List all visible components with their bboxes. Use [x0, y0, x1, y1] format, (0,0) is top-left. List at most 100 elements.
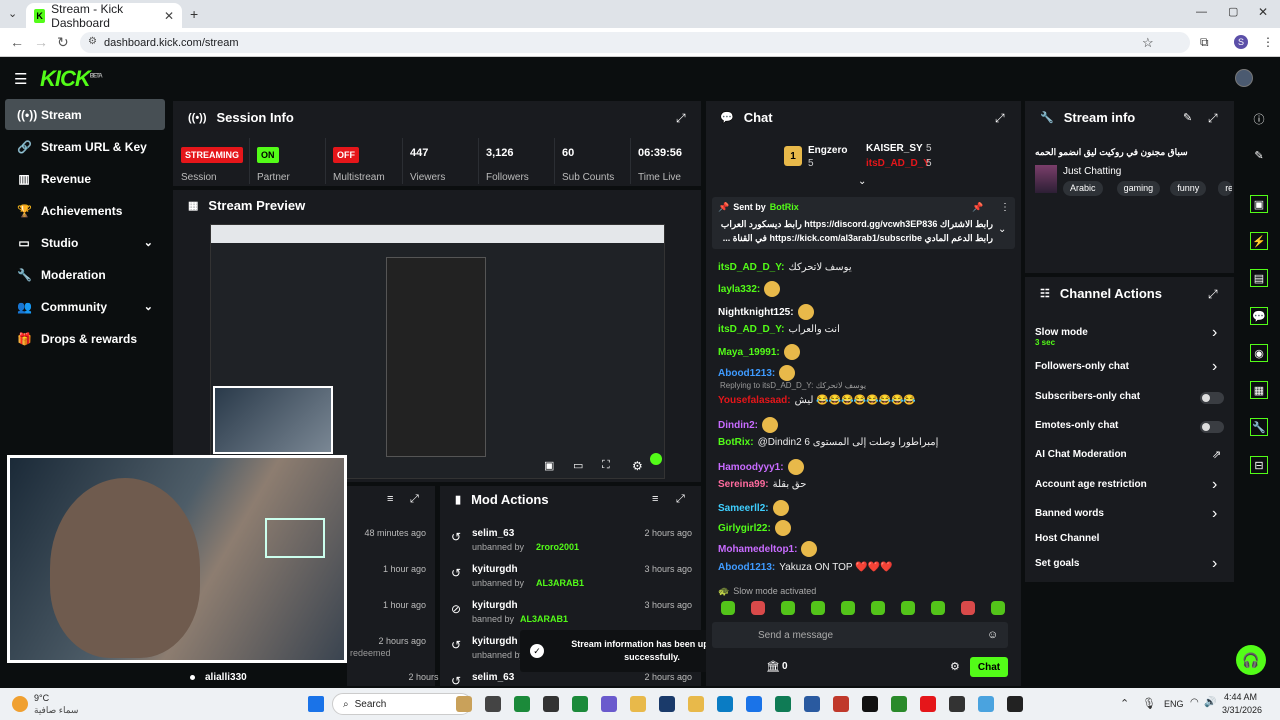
chat-message[interactable]: Yousefalasaad: ليش 😂😂😂😂😂😂😂😂	[718, 395, 916, 406]
expand-icon[interactable]: ⤢	[1208, 111, 1218, 126]
chat-username[interactable]: Mohamedeltop1:	[718, 544, 797, 555]
category-name[interactable]: Just Chatting	[1063, 166, 1121, 177]
sidebar-item-studio[interactable]: ▭ Studio ⌄	[5, 227, 165, 258]
taskbar-app-icon[interactable]	[659, 696, 675, 712]
chat-message[interactable]: itsD_AD_D_Y: يوسف لاتحركك	[718, 262, 852, 273]
channel-action-set-goals[interactable]: Set goals	[1035, 558, 1079, 569]
taskbar-app-icon[interactable]	[891, 696, 907, 712]
sidebar-item-community[interactable]: 👥 Community ⌄	[5, 291, 165, 322]
sidebar-item-revenue[interactable]: ▥ Revenue	[5, 163, 165, 194]
emote-icon[interactable]	[811, 601, 825, 615]
tab-search-icon[interactable]: ⌄	[8, 7, 17, 20]
pin-toggle-icon[interactable]: 📌	[972, 202, 983, 213]
chat-username[interactable]: Maya_19991:	[718, 347, 780, 358]
picture-in-picture-icon[interactable]: ▣	[544, 459, 554, 472]
edit-pencil-icon[interactable]: ✎	[1183, 111, 1192, 124]
window-minimize-icon[interactable]: —	[1196, 6, 1207, 18]
tray-chevron-icon[interactable]: ⌃	[1120, 697, 1129, 710]
user-avatar[interactable]	[1235, 69, 1253, 87]
taskbar-app-icon[interactable]	[717, 696, 733, 712]
chat-message[interactable]: Dindin2:	[718, 417, 778, 433]
weather-icon[interactable]	[12, 696, 28, 712]
taskbar-app-icon[interactable]	[543, 696, 559, 712]
expand-icon[interactable]: ⤢	[995, 111, 1005, 126]
fullscreen-icon[interactable]: ⛶	[602, 459, 610, 472]
chat-message[interactable]: Abood1213: Yakuza ON TOP ❤️❤️❤️	[718, 562, 893, 573]
taskbar-app-icon[interactable]	[949, 696, 965, 712]
stream-tag[interactable]: funny	[1170, 181, 1207, 196]
info-icon[interactable]: ⓘ	[1250, 110, 1268, 128]
volume-icon[interactable]: 🔊	[1204, 697, 1216, 708]
chevron-right-icon[interactable]: ›	[1212, 324, 1217, 342]
emote-icon[interactable]	[751, 601, 765, 615]
stream-tag[interactable]: gaming	[1116, 181, 1161, 196]
filter-icon[interactable]: ≡	[652, 493, 658, 505]
window-close-icon[interactable]: ✕	[1258, 5, 1268, 19]
channel-action-slow-mode[interactable]: Slow mode	[1035, 327, 1088, 338]
filter-icon[interactable]: ≡	[387, 493, 393, 505]
mic-icon[interactable]: 🎙	[1142, 697, 1156, 710]
taskbar-app-icon[interactable]	[456, 696, 472, 712]
chat-username[interactable]: Sereina99:	[718, 479, 769, 490]
taskbar-app-icon[interactable]	[978, 696, 994, 712]
taskbar-app-icon[interactable]	[485, 696, 501, 712]
taskbar-app-icon[interactable]	[775, 696, 791, 712]
chevron-right-icon[interactable]: ›	[1212, 555, 1217, 573]
emoji-picker-icon[interactable]: ☺	[987, 629, 998, 641]
expand-icon[interactable]: ⤢	[410, 493, 419, 506]
chat-message[interactable]: Maya_19991:	[718, 344, 800, 360]
support-headset-icon[interactable]: 🎧	[1236, 645, 1266, 675]
chat-message[interactable]: layla332:	[718, 281, 781, 297]
back-icon[interactable]: ←	[10, 34, 24, 50]
chevron-right-icon[interactable]: ›	[1212, 476, 1217, 494]
emote-icon[interactable]	[931, 601, 945, 615]
channel-action-account-age-restriction[interactable]: Account age restriction	[1035, 479, 1147, 490]
chat-username[interactable]: Abood1213:	[718, 368, 775, 379]
capture-icon[interactable]: ▣	[1250, 195, 1268, 213]
chat-message[interactable]: itsD_AD_D_Y: انت والعراب	[718, 324, 840, 335]
toggle-switch[interactable]	[1200, 421, 1224, 433]
broadcast-rail-icon[interactable]: ◉	[1250, 344, 1268, 362]
chat-username[interactable]: layla332:	[718, 284, 760, 295]
channel-points-icon[interactable]: 🏛	[766, 660, 780, 673]
chat-settings-icon[interactable]: ⚙	[950, 660, 960, 673]
channel-action-followers-only-chat[interactable]: Followers-only chat	[1035, 361, 1129, 372]
expand-icon[interactable]: ⤢	[676, 111, 686, 126]
tools-icon[interactable]: 🔧	[1250, 418, 1268, 436]
mod-action-row[interactable]: ↺ selim_63 unbanned by 2roro2001 2 hours ago	[448, 528, 696, 560]
browser-tab[interactable]: K Stream - Kick Dashboard ✕	[26, 2, 182, 30]
collapse-chevron-icon[interactable]: ⌄	[858, 176, 866, 187]
channel-action-banned-words[interactable]: Banned words	[1035, 508, 1104, 519]
taskbar-app-icon[interactable]	[572, 696, 588, 712]
sidebar-item-achievements[interactable]: 🏆 Achievements	[5, 195, 165, 226]
chat-username[interactable]: Girlygirl22:	[718, 523, 771, 534]
taskbar-app-icon[interactable]	[1007, 696, 1023, 712]
stream-tag[interactable]: Arabic	[1063, 181, 1103, 196]
taskbar-app-icon[interactable]	[804, 696, 820, 712]
chat-icon[interactable]: 💬	[1250, 307, 1268, 325]
chat-username[interactable]: itsD_AD_D_Y:	[718, 324, 785, 335]
theater-mode-icon[interactable]: ▭	[573, 459, 583, 472]
site-info-icon[interactable]: ⚙	[88, 36, 97, 47]
chat-message[interactable]: Nightknight125:	[718, 304, 814, 320]
chat-username[interactable]: Nightknight125:	[718, 307, 794, 318]
chevron-right-icon[interactable]: ›	[1212, 358, 1217, 376]
taskbar-app-icon[interactable]	[630, 696, 646, 712]
emote-icon[interactable]	[871, 601, 885, 615]
start-button[interactable]	[308, 696, 324, 712]
toggle-switch[interactable]	[1200, 392, 1224, 404]
taskbar-app-icon[interactable]	[833, 696, 849, 712]
channel-action-host-channel[interactable]: Host Channel	[1035, 533, 1099, 544]
layout-icon[interactable]: ▦	[1250, 381, 1268, 399]
chat-username[interactable]: Abood1213:	[718, 562, 775, 573]
document-icon[interactable]: ▤	[1250, 269, 1268, 287]
stream-tag[interactable]: redM	[1218, 181, 1233, 196]
chat-send-button[interactable]: Chat	[970, 657, 1008, 677]
sidebar-item-moderation[interactable]: 🔧 Moderation	[5, 259, 165, 290]
mod-action-row[interactable]: ⊘ kyiturgdh banned by AL3ARAB1 3 hours ago	[448, 600, 696, 632]
bookmark-star-icon[interactable]: ☆	[1142, 35, 1154, 51]
window-maximize-icon[interactable]: ▢	[1228, 5, 1238, 18]
taskbar-app-icon[interactable]	[746, 696, 762, 712]
taskbar-search[interactable]: ⌕ Search	[332, 693, 472, 715]
emote-icon[interactable]	[961, 601, 975, 615]
